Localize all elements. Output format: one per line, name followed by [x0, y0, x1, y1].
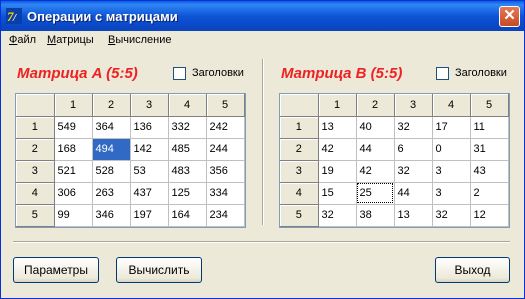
matrix-a-col-header: 4: [168, 94, 207, 117]
matrix-b-col-header: 4: [432, 94, 471, 117]
matrix-b-cell[interactable]: 32: [318, 204, 357, 227]
matrix-a-cell[interactable]: 242: [206, 116, 245, 139]
matrix-b-cell[interactable]: 17: [432, 116, 471, 139]
matrix-b-cell[interactable]: 6: [394, 138, 433, 161]
matrix-b-cell[interactable]: 2: [470, 182, 509, 205]
matrix-a-cell[interactable]: 53: [130, 160, 169, 183]
matrix-a-cell[interactable]: 306: [54, 182, 93, 205]
menu-matrices[interactable]: Матрицы: [47, 34, 94, 46]
panel-divider: [262, 59, 264, 225]
bottom-divider: [13, 241, 510, 243]
matrix-a-cell[interactable]: 437: [130, 182, 169, 205]
menu-calculation[interactable]: Вычисление: [108, 34, 172, 46]
matrix-b-cell[interactable]: 31: [470, 138, 509, 161]
matrix-b-cell[interactable]: 3: [432, 182, 471, 205]
matrix-a-cell[interactable]: 346: [92, 204, 131, 227]
app-logo-icon: 7 /: [6, 8, 22, 24]
title-bar[interactable]: 7 / Операции с матрицами ✕: [1, 1, 524, 31]
matrix-b-row-header: 4: [280, 182, 319, 205]
matrix-a-cell[interactable]: 142: [130, 138, 169, 161]
matrix-b-cell[interactable]: 32: [394, 160, 433, 183]
matrix-b-headers-label: Заголовки: [455, 67, 507, 79]
matrix-a-row-header: 3: [16, 160, 55, 183]
matrix-a-cell[interactable]: 332: [168, 116, 207, 139]
close-button[interactable]: ✕: [499, 6, 520, 27]
matrix-a-cell[interactable]: 485: [168, 138, 207, 161]
window-title: Операции с матрицами: [27, 9, 178, 24]
matrix-a-cell[interactable]: 125: [168, 182, 207, 205]
matrix-a-cell[interactable]: 483: [168, 160, 207, 183]
matrix-a-cell[interactable]: 521: [54, 160, 93, 183]
matrix-a-col-header: 1: [54, 94, 93, 117]
menu-bar: Файл Матрицы Вычисление: [1, 31, 524, 51]
matrix-b-col-header: 2: [356, 94, 395, 117]
matrix-a-row-header: 4: [16, 182, 55, 205]
matrix-a-cell[interactable]: 168: [54, 138, 93, 161]
matrix-b-cell[interactable]: 11: [470, 116, 509, 139]
matrix-a-cell[interactable]: 334: [206, 182, 245, 205]
matrix-b-title: Матрица B (5:5): [281, 65, 403, 82]
matrix-b-cell[interactable]: 3: [432, 160, 471, 183]
matrix-b-cell[interactable]: 44: [356, 138, 395, 161]
matrix-b-cell[interactable]: 38: [356, 204, 395, 227]
matrix-a-headers-checkbox[interactable]: [173, 67, 186, 80]
matrix-a-cell[interactable]: 356: [206, 160, 245, 183]
matrix-a-col-header: 5: [206, 94, 245, 117]
matrix-b-col-header: 3: [394, 94, 433, 117]
matrix-b-cell[interactable]: 0: [432, 138, 471, 161]
matrix-b-row-header: 1: [280, 116, 319, 139]
matrix-b-cell-focused[interactable]: 25: [356, 182, 395, 205]
menu-file[interactable]: Файл: [9, 34, 36, 46]
matrix-b-grid[interactable]: 1 2 3 4 5 1 13 40 32 17 11 2 42 44 6 0 3…: [279, 93, 510, 228]
matrix-a-cell[interactable]: 549: [54, 116, 93, 139]
menu-file-rest: айл: [17, 34, 37, 46]
matrix-b-cell[interactable]: 40: [356, 116, 395, 139]
matrix-b-cell[interactable]: 12: [470, 204, 509, 227]
matrix-a-col-header: 2: [92, 94, 131, 117]
matrix-b-cell[interactable]: 32: [432, 204, 471, 227]
matrix-a-cell[interactable]: 528: [92, 160, 131, 183]
matrix-a-cell[interactable]: 164: [168, 204, 207, 227]
matrix-b-headers-checkbox[interactable]: [436, 67, 449, 80]
parameters-button[interactable]: Параметры: [13, 257, 99, 283]
matrix-a-row-header: 1: [16, 116, 55, 139]
app-window: 7 / Операции с матрицами ✕ Файл Матрицы …: [0, 0, 525, 299]
matrix-b-cell[interactable]: 44: [394, 182, 433, 205]
matrix-a-title: Матрица A (5:5): [17, 65, 138, 82]
matrix-b-cell[interactable]: 13: [394, 204, 433, 227]
matrix-a-cell[interactable]: 136: [130, 116, 169, 139]
matrix-b-col-header: 1: [318, 94, 357, 117]
calculate-button[interactable]: Вычислить: [116, 257, 202, 283]
matrix-b-cell[interactable]: 19: [318, 160, 357, 183]
exit-button[interactable]: Выход: [435, 257, 510, 283]
matrix-b-row-header: 3: [280, 160, 319, 183]
matrix-b-cell[interactable]: 13: [318, 116, 357, 139]
matrix-a-col-header: 3: [130, 94, 169, 117]
matrix-b-cell[interactable]: 42: [318, 138, 357, 161]
matrix-a-cell[interactable]: 263: [92, 182, 131, 205]
menu-matrices-rest: атрицы: [56, 34, 94, 46]
matrix-b-corner-header: [280, 94, 319, 117]
matrix-a-cell[interactable]: 197: [130, 204, 169, 227]
matrix-b-cell[interactable]: 42: [356, 160, 395, 183]
matrix-a-cell[interactable]: 244: [206, 138, 245, 161]
matrix-b-col-header: 5: [470, 94, 509, 117]
matrix-a-row-header: 5: [16, 204, 55, 227]
menu-calculation-rest: ычисление: [115, 34, 172, 46]
matrix-a-grid[interactable]: 1 2 3 4 5 1 549 364 136 332 242 2 168 49…: [15, 93, 246, 228]
matrix-b-row-header: 2: [280, 138, 319, 161]
matrix-a-cell[interactable]: 99: [54, 204, 93, 227]
matrix-b-cell[interactable]: 15: [318, 182, 357, 205]
menu-matrices-hotkey: М: [47, 34, 57, 46]
matrix-b-row-header: 5: [280, 204, 319, 227]
matrix-a-cell[interactable]: 234: [206, 204, 245, 227]
matrix-a-corner-header: [16, 94, 55, 117]
matrix-b-cell[interactable]: 43: [470, 160, 509, 183]
matrix-a-headers-label: Заголовки: [192, 67, 244, 79]
matrix-a-cell[interactable]: 364: [92, 116, 131, 139]
matrix-a-row-header: 2: [16, 138, 55, 161]
matrix-b-cell[interactable]: 32: [394, 116, 433, 139]
matrix-a-cell-selected[interactable]: 494: [92, 138, 131, 161]
